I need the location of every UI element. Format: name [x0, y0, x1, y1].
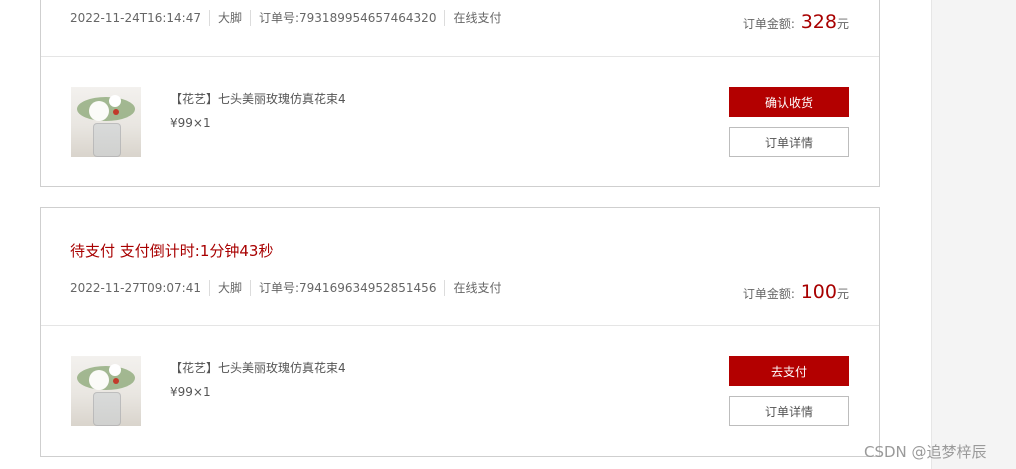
order-details-button[interactable]: 订单详情	[729, 127, 849, 157]
product-name[interactable]: 【花艺】七头美丽玫瑰仿真花束4	[170, 359, 346, 376]
divider	[249, 9, 251, 26]
order-header: 待支付 支付倒计时:1分钟43秒 2022-11-27T09:07:41 大脚 …	[41, 208, 879, 326]
total-unit: 元	[836, 287, 849, 301]
flower-bloom	[89, 370, 109, 390]
divider	[208, 9, 210, 26]
order-status: 待支付 支付倒计时:1分钟43秒	[70, 242, 274, 260]
order-user: 大脚	[217, 11, 242, 25]
divider	[208, 279, 210, 296]
order-date: 2022-11-27T09:07:41	[70, 280, 201, 295]
payment-method: 在线支付	[453, 11, 502, 25]
order-number: 订单号:794169634952851456	[258, 281, 437, 295]
order-total: 订单金额: 328元	[743, 11, 849, 33]
divider	[249, 279, 251, 296]
flower-bloom	[109, 95, 121, 107]
product-name[interactable]: 【花艺】七头美丽玫瑰仿真花束4	[170, 90, 346, 107]
order-details-button[interactable]: 订单详情	[729, 396, 849, 426]
product-image[interactable]	[71, 87, 141, 157]
order-number: 订单号:793189954657464320	[258, 11, 437, 25]
confirm-receipt-button[interactable]: 确认收货	[729, 87, 849, 117]
payment-method: 在线支付	[453, 281, 502, 295]
total-amount: 328	[800, 11, 837, 33]
flower-bloom	[89, 101, 109, 121]
flower-bloom	[109, 364, 121, 376]
order-meta: 2022-11-24T16:14:47 大脚 订单号:7931899546574…	[70, 9, 501, 26]
order-item: 【花艺】七头美丽玫瑰仿真花束4 ¥99×1 去支付 订单详情	[41, 326, 879, 456]
order-total: 订单金额: 100元	[743, 281, 849, 303]
flower-bud	[113, 109, 119, 115]
watermark: CSDN @追梦梓辰	[864, 443, 987, 461]
vase	[93, 123, 121, 157]
product-image[interactable]	[71, 356, 141, 426]
order-header: 2022-11-24T16:14:47 大脚 订单号:7931899546574…	[41, 0, 879, 57]
total-label: 订单金额:	[742, 17, 795, 31]
order-card: 待支付 支付倒计时:1分钟43秒 2022-11-27T09:07:41 大脚 …	[40, 207, 880, 457]
divider	[444, 279, 446, 296]
product-price: ¥99×1	[170, 116, 211, 130]
order-item: 【花艺】七头美丽玫瑰仿真花束4 ¥99×1 确认收货 订单详情	[41, 57, 879, 187]
flower-bud	[113, 378, 119, 384]
pay-now-button[interactable]: 去支付	[729, 356, 849, 386]
product-price: ¥99×1	[170, 385, 211, 399]
total-amount: 100	[800, 281, 837, 303]
total-label: 订单金额:	[742, 287, 795, 301]
vase	[93, 392, 121, 426]
scrollbar-track[interactable]	[931, 0, 1016, 469]
order-date: 2022-11-24T16:14:47	[70, 10, 201, 25]
divider	[444, 9, 446, 26]
order-card: 2022-11-24T16:14:47 大脚 订单号:7931899546574…	[40, 0, 880, 187]
order-user: 大脚	[217, 281, 242, 295]
order-meta: 2022-11-27T09:07:41 大脚 订单号:7941696349528…	[70, 279, 501, 296]
total-unit: 元	[836, 17, 849, 31]
